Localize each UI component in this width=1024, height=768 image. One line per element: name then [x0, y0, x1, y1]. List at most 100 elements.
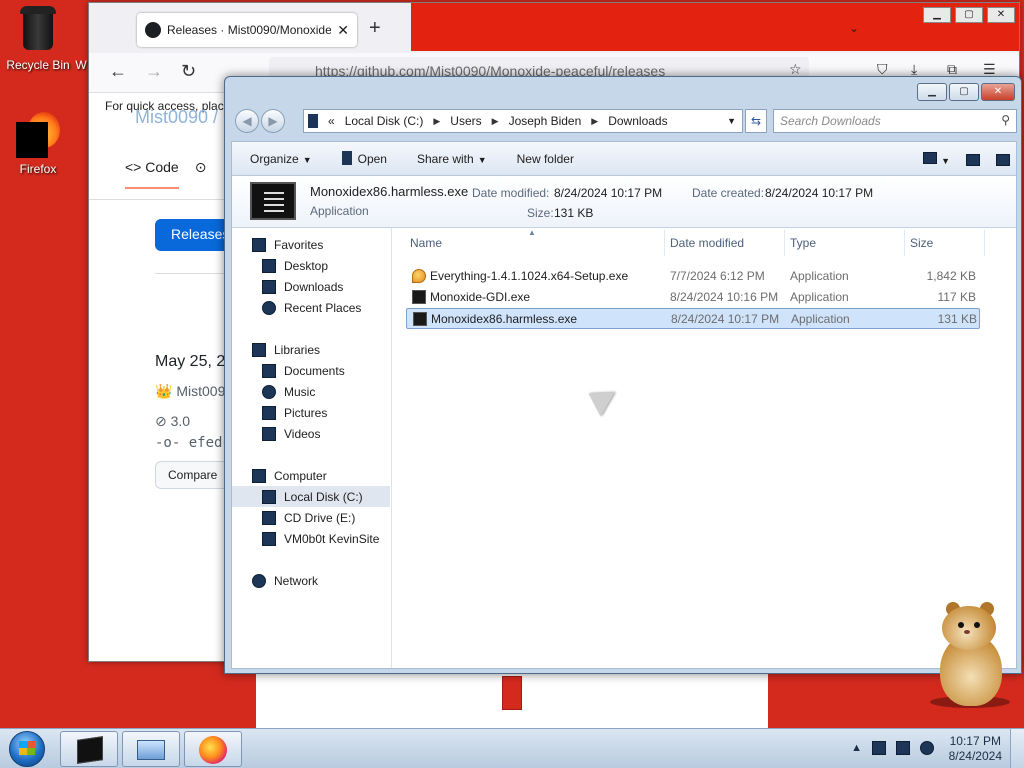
nav-network[interactable]: Network: [252, 570, 318, 591]
nav-local-disk[interactable]: Local Disk (C:): [232, 486, 390, 507]
breadcrumb-overflow[interactable]: «: [328, 114, 335, 128]
explorer-titlebar[interactable]: ▁ ▢ ✕: [225, 77, 1021, 105]
breadcrumb-local-disk[interactable]: Local Disk (C:): [345, 114, 424, 128]
column-header-date-modified[interactable]: Date modified: [670, 236, 744, 256]
tab-code[interactable]: <> Code: [125, 159, 179, 189]
nav-pictures[interactable]: Pictures: [262, 402, 327, 423]
column-header-size[interactable]: Size: [910, 236, 933, 256]
address-dropdown-icon[interactable]: ▼: [727, 116, 736, 126]
breadcrumb-joseph-biden[interactable]: Joseph Biden: [509, 114, 582, 128]
libraries-icon: [252, 342, 266, 357]
new-folder-button[interactable]: New folder: [517, 152, 574, 166]
desktop-icon-partial-label: W: [75, 58, 87, 72]
help-icon[interactable]: [996, 153, 1010, 166]
nav-recent-places[interactable]: Recent Places: [262, 297, 361, 318]
nav-computer[interactable]: Computer: [252, 465, 327, 486]
show-desktop-button[interactable]: [1010, 729, 1024, 768]
refresh-button[interactable]: ⇆: [745, 109, 767, 133]
releases-button[interactable]: Releases: [155, 219, 235, 251]
close-button[interactable]: ✕: [981, 83, 1015, 101]
nav-downloads[interactable]: Downloads: [262, 276, 343, 297]
volume-icon[interactable]: [920, 741, 934, 755]
column-header-name[interactable]: Name: [410, 236, 442, 256]
nav-documents[interactable]: Documents: [262, 360, 345, 381]
list-tabs-chevron-icon[interactable]: ⌄: [849, 21, 859, 35]
open-button[interactable]: Open: [341, 151, 387, 166]
nav-label: VM0b0t KevinSite: [284, 531, 380, 546]
file-row[interactable]: Monoxide-GDI.exe 8/24/2024 10:16 PM Appl…: [406, 287, 980, 308]
file-type: Application: [791, 312, 850, 326]
taskbar-firefox-button[interactable]: [184, 731, 242, 767]
back-icon[interactable]: ←: [109, 61, 127, 82]
details-file-type: Application: [310, 204, 369, 218]
minimize-button[interactable]: ▁: [917, 83, 947, 101]
browser-window-controls: ▁ ▢ ✕: [923, 7, 1015, 23]
desktop-icon-recycle-bin[interactable]: Recycle Bin: [0, 6, 76, 72]
change-view-button[interactable]: ▼: [923, 152, 950, 167]
show-hidden-icons-button[interactable]: ▲: [851, 742, 862, 754]
network-status-icon[interactable]: [896, 741, 910, 755]
start-button[interactable]: [4, 730, 50, 768]
back-icon[interactable]: ◀: [235, 109, 259, 133]
repo-path[interactable]: Mist0090 /: [135, 107, 218, 128]
taskbar-cmd-button[interactable]: [60, 731, 118, 767]
nav-videos[interactable]: Videos: [262, 423, 320, 444]
search-input[interactable]: Search Downloads ⚲: [773, 109, 1017, 133]
file-row[interactable]: Everything-1.4.1.1024.x64-Setup.exe 7/7/…: [406, 266, 980, 287]
nav-favorites[interactable]: Favorites: [252, 234, 323, 255]
issues-icon[interactable]: ⊙: [195, 159, 207, 189]
explorer-window[interactable]: ▁ ▢ ✕ ◀ ▶ « Local Disk (C:) ▶ Users ▶ Jo…: [224, 76, 1022, 674]
breadcrumb-separator-icon[interactable]: ▶: [591, 116, 598, 127]
reload-icon[interactable]: ↻: [181, 61, 196, 82]
search-icon[interactable]: ⚲: [1001, 113, 1010, 127]
share-with-button[interactable]: Share with ▼: [417, 152, 487, 166]
nav-vm-site[interactable]: VM0b0t KevinSite: [262, 528, 379, 549]
maximize-button[interactable]: ▢: [955, 7, 983, 23]
column-divider[interactable]: [984, 230, 985, 256]
breadcrumb-downloads[interactable]: Downloads: [608, 114, 667, 128]
maximize-button[interactable]: ▢: [949, 83, 979, 101]
column-divider[interactable]: [904, 230, 905, 256]
organize-button[interactable]: Organize ▼: [250, 152, 312, 166]
new-tab-button[interactable]: +: [369, 17, 381, 40]
clock[interactable]: 10:17 PM 8/24/2024: [949, 734, 1002, 764]
nav-libraries[interactable]: Libraries: [252, 339, 320, 360]
column-divider[interactable]: [664, 230, 665, 256]
details-pane: Monoxidex86.harmless.exe Application Dat…: [232, 176, 1016, 228]
compare-button[interactable]: Compare: [155, 461, 235, 489]
release-date: May 25, 20: [155, 353, 235, 370]
release-tag[interactable]: ⊘ 3.0: [155, 413, 190, 430]
refresh-icon: ⇆: [750, 114, 762, 128]
chevron-down-icon: ▼: [941, 156, 950, 166]
nav-label: Network: [274, 573, 319, 588]
desktop-icon-firefox[interactable]: Firefox: [0, 112, 76, 176]
clock-time: 10:17 PM: [949, 734, 1001, 748]
release-author[interactable]: 👑 Mist009: [155, 383, 225, 400]
nav-desktop[interactable]: Desktop: [262, 255, 328, 276]
close-button[interactable]: ✕: [987, 7, 1015, 23]
forward-icon[interactable]: →: [145, 61, 163, 82]
breadcrumb-separator-icon[interactable]: ▶: [433, 116, 440, 127]
forward-icon[interactable]: ▶: [261, 109, 285, 133]
divider: [155, 273, 235, 274]
code-icon: <>: [125, 159, 142, 175]
open-label: Open: [357, 152, 387, 166]
address-bar[interactable]: « Local Disk (C:) ▶ Users ▶ Joseph Biden…: [303, 109, 743, 133]
recent-places-icon: [262, 300, 276, 315]
file-row-selected[interactable]: Monoxidex86.harmless.exe 8/24/2024 10:17…: [406, 308, 980, 329]
nav-music[interactable]: Music: [262, 381, 315, 402]
close-tab-icon[interactable]: ✕: [337, 22, 349, 39]
desktop-red-bar: [502, 676, 522, 710]
preview-pane-icon[interactable]: [966, 153, 980, 166]
browser-tab-releases[interactable]: Releases · Mist0090/Monoxide-p ✕: [137, 13, 357, 47]
column-divider[interactable]: [784, 230, 785, 256]
column-header-type[interactable]: Type: [790, 236, 816, 256]
taskbar-explorer-button[interactable]: [122, 731, 180, 767]
minimize-button[interactable]: ▁: [923, 7, 951, 23]
nav-cd-drive[interactable]: CD Drive (E:): [262, 507, 355, 528]
breadcrumb-separator-icon[interactable]: ▶: [492, 116, 499, 127]
breadcrumb-users[interactable]: Users: [450, 114, 481, 128]
computer-icon: [252, 468, 266, 483]
action-center-icon[interactable]: [872, 741, 886, 755]
firefox-icon: [16, 112, 60, 158]
